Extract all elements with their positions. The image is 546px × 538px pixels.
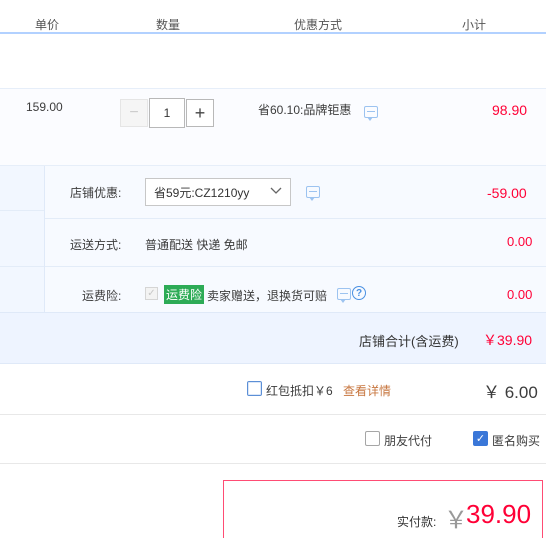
insurance-text: 卖家赠送，退换货可赔 (207, 289, 328, 303)
insurance-amount: 0.00 (507, 287, 533, 302)
anonymous-checkbox[interactable]: ✓ (473, 431, 488, 446)
shop-coupon-label: 店铺优惠: (70, 186, 122, 200)
shipping-label: 运送方式: (70, 238, 122, 252)
header-price: 单价 (35, 18, 60, 32)
friend-pay-checkbox[interactable] (365, 431, 380, 446)
coupon-comment-icon[interactable] (306, 186, 320, 201)
insurance-label: 运费险: (82, 289, 122, 303)
item-subtotal: 98.90 (492, 102, 528, 118)
shop-total-amount: ￥39.90 (483, 332, 533, 348)
insurance-comment-icon[interactable] (337, 288, 351, 303)
quantity-stepper: − 1 + (120, 98, 216, 128)
red-packet-label: 红包抵扣￥6 (266, 384, 333, 398)
item-discount-text: 省60.10:品牌钜惠 (258, 103, 352, 117)
shop-coupon-select[interactable]: 省59元:CZ1210yy (145, 178, 291, 206)
red-packet-checkbox[interactable] (247, 381, 262, 396)
item-discount-comment-icon[interactable] (364, 106, 378, 121)
payment-label: 实付款: (397, 515, 437, 529)
payment-amount: 39.90 (466, 499, 532, 529)
red-packet-details-link[interactable]: 查看详情 (343, 382, 391, 399)
cart-item-row (0, 88, 546, 166)
shop-total-label: 店铺合计(含运费) (359, 334, 459, 349)
payment-currency: ￥ (444, 507, 468, 534)
help-icon[interactable]: ? (352, 286, 366, 300)
chevron-down-icon (270, 184, 282, 201)
quantity-input[interactable]: 1 (149, 98, 185, 128)
insurance-tag: 运费险 (164, 285, 205, 304)
insurance-checkbox[interactable]: ✓ (145, 287, 158, 300)
increase-quantity-button[interactable]: + (186, 99, 214, 127)
header-discount: 优惠方式 (294, 18, 343, 32)
header-quantity: 数量 (156, 18, 181, 32)
red-packet-amount: ￥ 6.00 (483, 383, 538, 402)
column-header: 单价 数量 优惠方式 小计 (0, 0, 546, 34)
header-subtotal: 小计 (462, 18, 487, 32)
shipping-amount: 0.00 (507, 234, 533, 249)
unit-price: 159.00 (26, 100, 63, 114)
anonymous-label: 匿名购买 (492, 434, 541, 448)
shop-coupon-amount: -59.00 (487, 185, 527, 201)
decrease-quantity-button[interactable]: − (120, 99, 148, 127)
shop-total-row (0, 312, 546, 364)
shipping-method: 普通配送 快递 免邮 (145, 238, 248, 252)
shop-coupon-value: 省59元:CZ1210yy (154, 185, 250, 200)
friend-pay-label: 朋友代付 (384, 434, 433, 448)
